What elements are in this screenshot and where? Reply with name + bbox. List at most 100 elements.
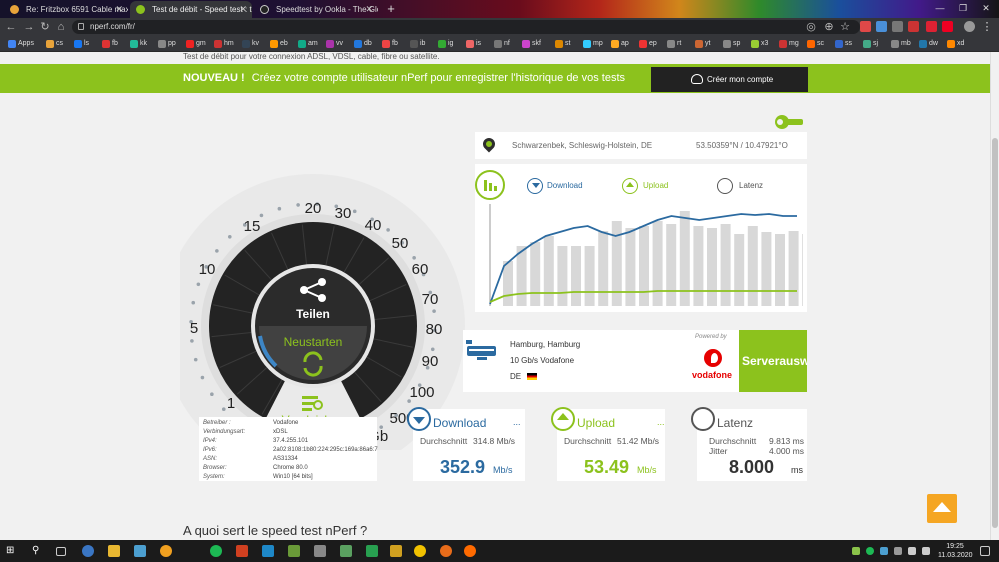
tray-icon[interactable] — [852, 547, 860, 555]
bookmark-item[interactable]: sj — [863, 36, 878, 52]
menu-icon[interactable]: ⋮ — [980, 20, 994, 34]
bookmark-item[interactable]: dw — [919, 36, 938, 52]
close-tab-icon[interactable]: ✕ — [115, 1, 123, 18]
bookmark-item[interactable]: x3 — [751, 36, 768, 52]
bookmark-item[interactable]: ig — [438, 36, 453, 52]
bookmark-item[interactable]: mg — [779, 36, 799, 52]
chart-toggle-icon[interactable] — [475, 169, 507, 201]
app-icon[interactable] — [440, 545, 452, 557]
profile-avatar[interactable] — [964, 21, 975, 32]
volume-icon[interactable] — [922, 547, 930, 555]
firefox-icon[interactable] — [464, 545, 476, 557]
bookmark-item[interactable]: sp — [723, 36, 740, 52]
tray-icon[interactable] — [866, 547, 874, 555]
create-account-button[interactable]: Créer mon compte — [651, 67, 808, 92]
extension-icon[interactable] — [908, 21, 919, 32]
share-button[interactable]: Teilen — [296, 307, 330, 321]
bookmark-item[interactable]: nf — [494, 36, 510, 52]
chrome-icon[interactable] — [82, 545, 94, 557]
new-tab-button[interactable]: + — [380, 0, 402, 18]
extension-icon[interactable] — [892, 21, 903, 32]
bookmark-item[interactable]: pp — [158, 36, 176, 52]
explorer-icon[interactable] — [108, 545, 120, 557]
back-icon[interactable]: ← — [4, 20, 18, 34]
system-clock[interactable]: 19:25 11.03.2020 — [938, 542, 973, 560]
bookmark-item[interactable]: ls — [74, 36, 89, 52]
task-view-icon[interactable] — [56, 547, 66, 556]
extension-icon[interactable] — [860, 21, 871, 32]
app-icon[interactable] — [340, 545, 352, 557]
tab-fritzbox[interactable]: Re: Fritzbox 6591 Cable max 100 ✕ — [4, 1, 128, 18]
app-icon[interactable] — [366, 545, 378, 557]
bookmark-item[interactable]: ss — [835, 36, 852, 52]
app-icon[interactable] — [134, 545, 146, 557]
bookmark-item[interactable]: am — [298, 36, 318, 52]
tab-ookla[interactable]: Speedtest by Ookla - The Global ✕ — [254, 1, 378, 18]
bookmark-item[interactable]: fb — [102, 36, 118, 52]
download-more-button[interactable]: ... — [513, 417, 521, 427]
bookmark-item[interactable]: rt — [667, 36, 681, 52]
windows-start-icon[interactable]: ⊞ — [6, 545, 18, 557]
server-country: DE — [510, 372, 522, 381]
extension-icon[interactable] — [942, 21, 953, 32]
settings-wrench-icon[interactable] — [774, 114, 804, 130]
bookmark-item[interactable]: st — [555, 36, 570, 52]
bookmark-item[interactable]: fb — [382, 36, 398, 52]
bookmark-item[interactable]: mp — [583, 36, 603, 52]
tray-icon[interactable] — [894, 547, 902, 555]
bookmark-item[interactable]: gm — [186, 36, 206, 52]
location-icon[interactable]: ◎ — [804, 20, 818, 34]
bookmark-item[interactable]: sc — [807, 36, 824, 52]
page-scrollbar[interactable] — [990, 52, 999, 540]
bookmark-item[interactable]: vv — [326, 36, 343, 52]
bookmark-favicon-icon — [639, 40, 647, 48]
bookmark-item[interactable]: skf — [522, 36, 541, 52]
bookmark-item[interactable]: Apps — [8, 36, 34, 52]
notifications-icon[interactable] — [980, 546, 990, 556]
network-icon[interactable] — [908, 547, 916, 555]
bookmark-star-icon[interactable]: ☆ — [838, 20, 852, 34]
upload-more-button[interactable]: ... — [657, 417, 665, 427]
restart-button[interactable]: Neustarten — [284, 335, 343, 349]
bookmark-item[interactable]: ib — [410, 36, 425, 52]
bookmark-item[interactable]: yt — [695, 36, 710, 52]
bookmark-item[interactable]: mb — [891, 36, 911, 52]
bookmark-item[interactable]: ap — [611, 36, 629, 52]
home-icon[interactable]: ⌂ — [54, 20, 68, 34]
bookmark-item[interactable]: ep — [639, 36, 657, 52]
scrollbar-thumb[interactable] — [992, 138, 998, 528]
app-icon[interactable] — [236, 545, 248, 557]
spotify-icon[interactable] — [210, 545, 222, 557]
app-icon[interactable] — [160, 545, 172, 557]
extension-icon[interactable] — [926, 21, 937, 32]
scroll-top-button[interactable] — [927, 494, 957, 523]
tray-icon[interactable] — [880, 547, 888, 555]
bookmark-favicon-icon — [270, 40, 278, 48]
bookmark-item[interactable]: kk — [130, 36, 147, 52]
close-window-icon[interactable]: ✕ — [975, 0, 997, 18]
restore-icon[interactable]: ❐ — [952, 0, 974, 18]
bookmark-item[interactable]: db — [354, 36, 372, 52]
reload-icon[interactable]: ↻ — [38, 20, 52, 34]
bookmark-item[interactable]: cs — [46, 36, 63, 52]
zoom-icon[interactable]: ⊕ — [822, 20, 836, 34]
bookmark-item[interactable]: eb — [270, 36, 288, 52]
forward-icon[interactable]: → — [22, 20, 36, 34]
app-icon[interactable] — [288, 545, 300, 557]
bookmark-item[interactable]: kv — [242, 36, 259, 52]
address-bar[interactable]: nperf.com/fr/ — [72, 20, 860, 34]
minimize-icon[interactable]: — — [929, 0, 951, 18]
tab-nperf[interactable]: Test de débit - Speed test : teste ✕ — [130, 1, 252, 18]
close-tab-icon[interactable]: ✕ — [239, 1, 247, 18]
app-icon[interactable] — [390, 545, 402, 557]
bookmark-item[interactable]: is — [466, 36, 481, 52]
bookmark-item[interactable]: xd — [947, 36, 964, 52]
search-icon[interactable]: ⚲ — [32, 545, 44, 557]
extension-icon[interactable] — [876, 21, 887, 32]
bookmark-item[interactable]: hm — [214, 36, 234, 52]
close-tab-icon[interactable]: ✕ — [365, 1, 373, 18]
app-icon[interactable] — [414, 545, 426, 557]
app-icon[interactable] — [314, 545, 326, 557]
app-icon[interactable] — [262, 545, 274, 557]
server-select-button[interactable]: Serverauswa — [739, 330, 807, 392]
